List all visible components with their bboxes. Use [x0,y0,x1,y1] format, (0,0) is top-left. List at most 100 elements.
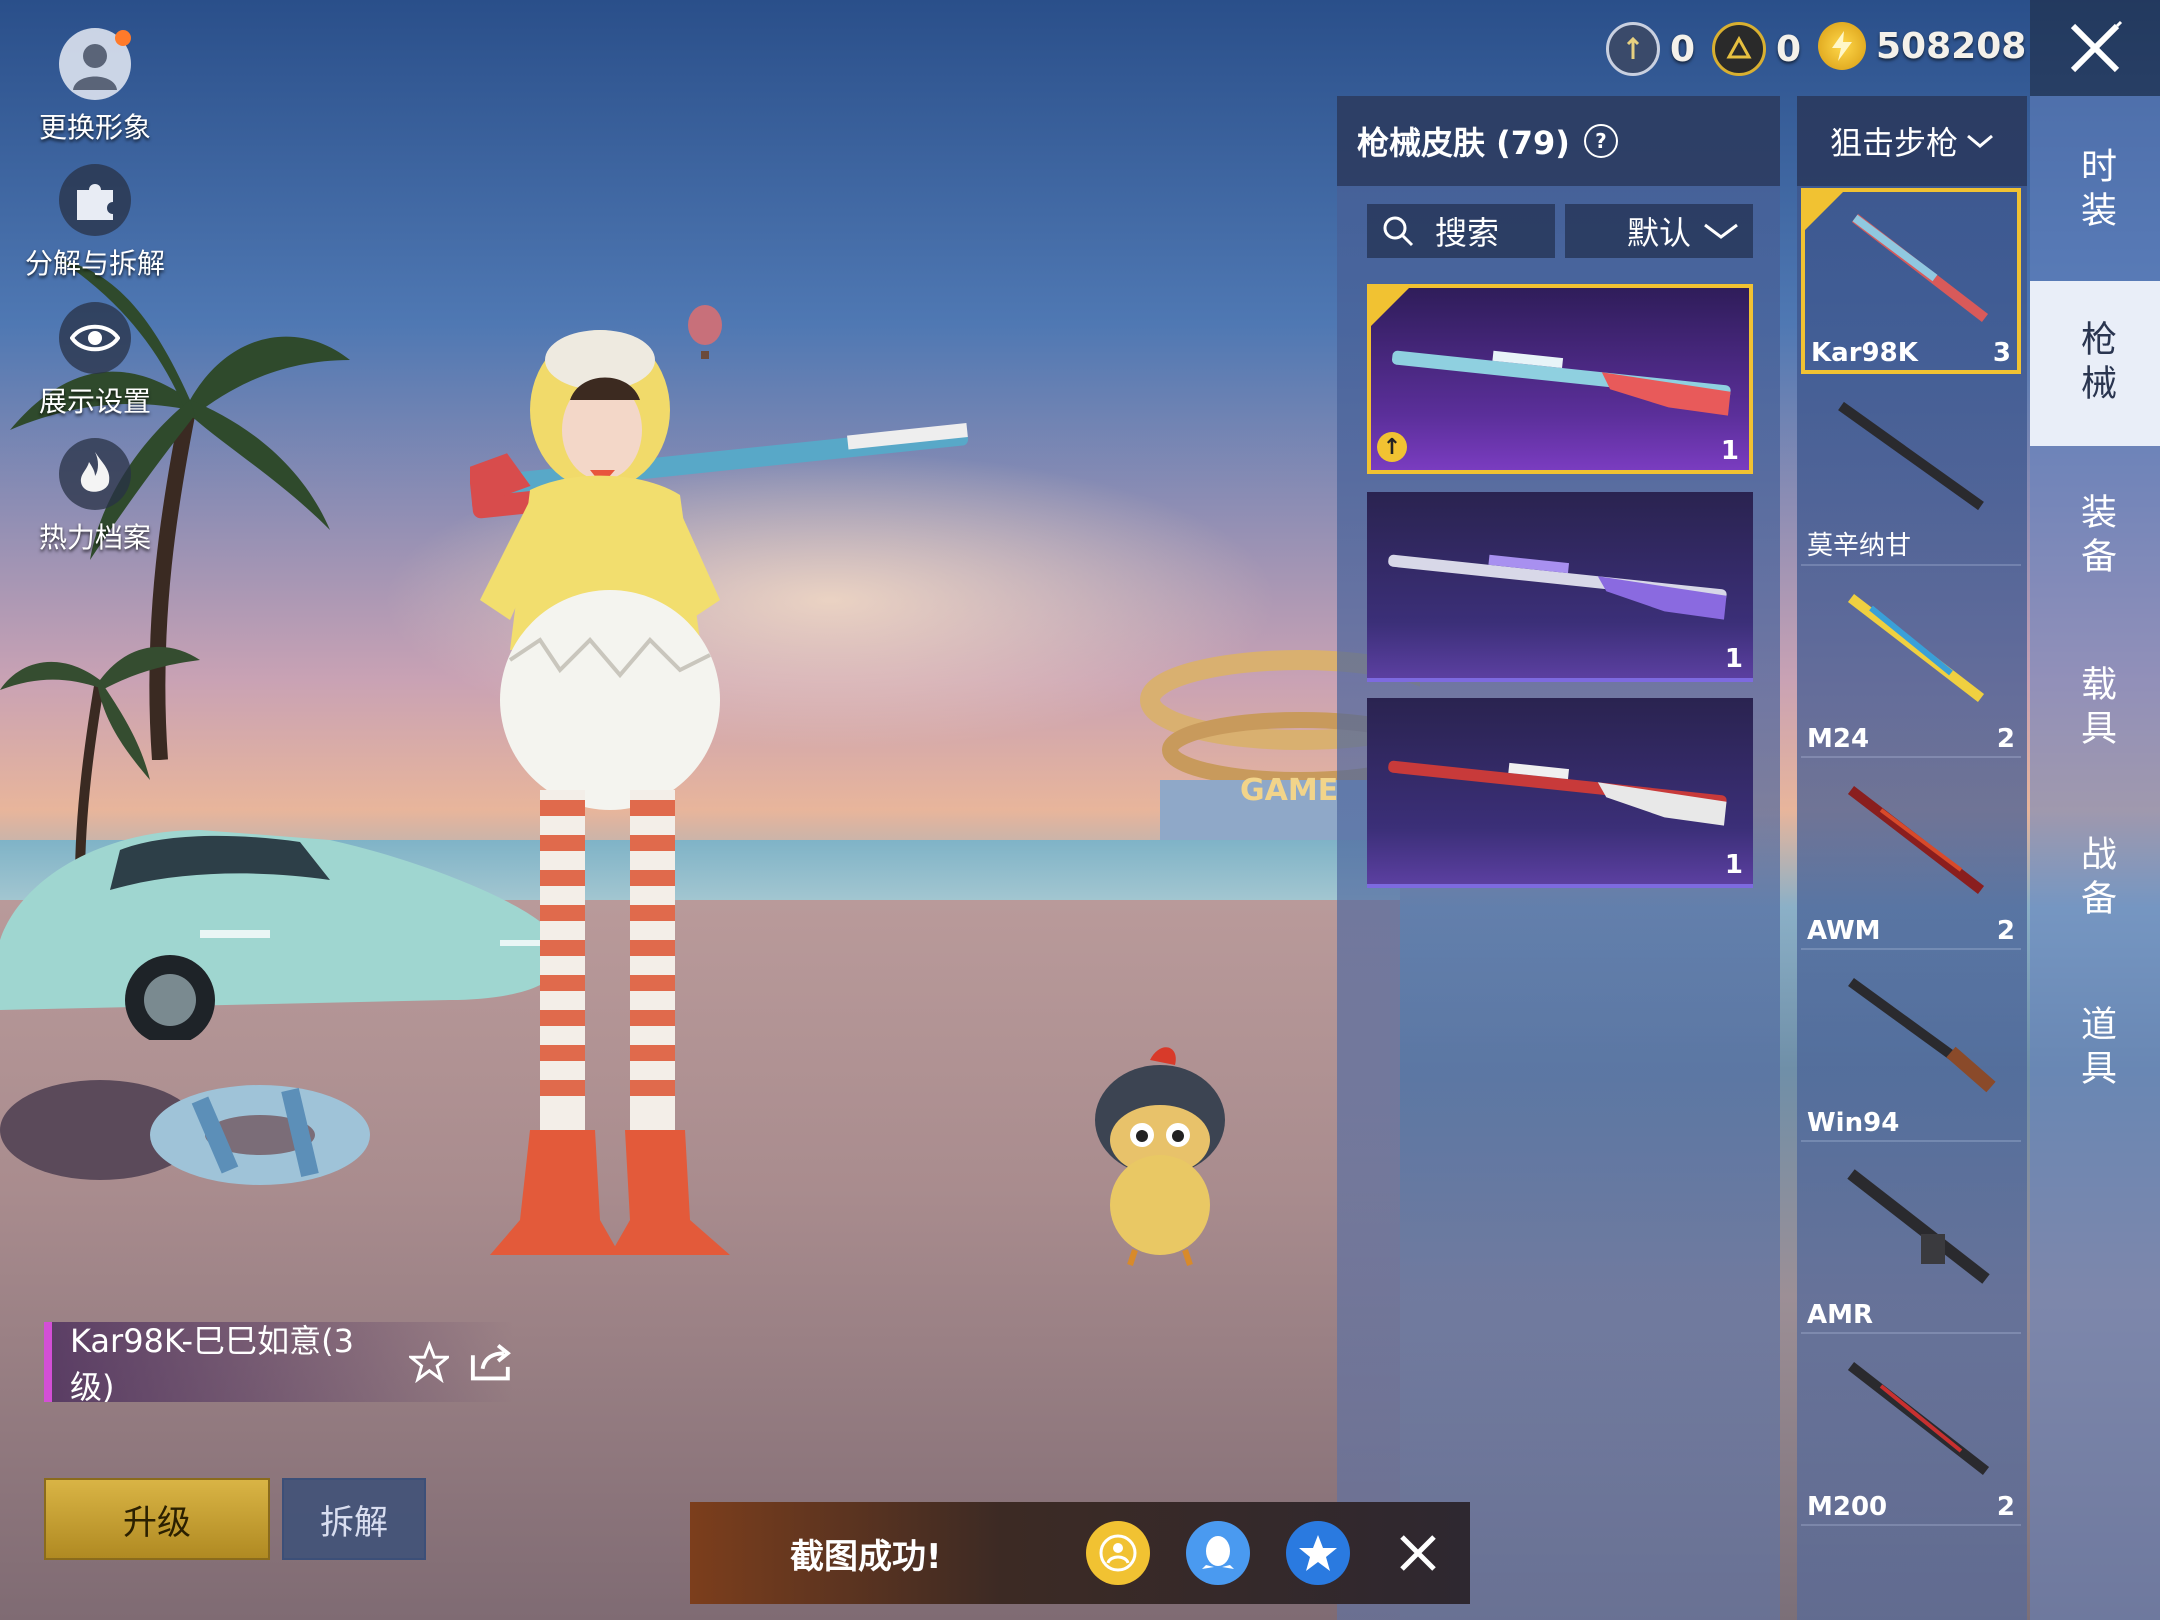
skin-count: 1 [1724,850,1743,880]
puzzle-icon [59,164,131,236]
weapon-skin-count: 2 [1996,1492,2015,1522]
display-settings-label: 展示设置 [38,385,151,418]
tab-vehicles[interactable]: 载具 [2030,626,2160,791]
rifle-image [1847,786,1985,894]
heat-archive-label: 热力档案 [38,521,151,554]
weapon-item-amr[interactable]: AMR [1801,1148,2021,1334]
tab-supplies[interactable]: 战备 [2030,796,2160,961]
weapon-category-dropdown[interactable]: 狙击步枪 [1797,96,2027,186]
skin-card[interactable]: 1 [1367,492,1753,682]
star-icon[interactable] [408,1341,450,1383]
weapon-category-label: 狙击步枪 [1829,124,1958,162]
tab-weapons[interactable]: 枪械 [2030,281,2160,446]
medal-icon [1712,22,1766,76]
share-qzone-button[interactable] [1286,1521,1350,1585]
weapon-item-win94[interactable]: Win94 [1801,956,2021,1142]
notification-dot [115,30,131,46]
coin-currency: 508208 [1818,22,2026,70]
skins-panel-header: 枪械皮肤 (79) ? [1337,96,1780,186]
weapon-name: AMR [1807,1300,1874,1330]
qq-icon [1202,1536,1234,1569]
weapon-name: M200 [1807,1492,1888,1522]
sort-label: 默认 [1626,214,1691,252]
friends-icon [1099,1534,1137,1572]
weapon-name: 莫辛纳甘 [1807,531,1912,561]
weapon-name: Kar98K [1811,338,1918,368]
disassemble-button[interactable]: 拆解 [282,1478,426,1560]
weapon-item-kar98k[interactable]: Kar98K 3 [1801,188,2021,374]
skin-count: 1 [1720,436,1739,466]
upgrade-arrow-icon: ↑ [1377,432,1407,462]
share-icon[interactable] [469,1341,514,1383]
rifle-image [1851,214,1989,322]
share-qq-button[interactable] [1186,1521,1250,1585]
tab-outfits[interactable]: 时装 [2030,108,2160,273]
pet-chick [1095,1047,1225,1266]
badge-value: 0 [1670,28,1696,70]
toast-message: 截图成功! [790,1536,942,1577]
rifle-image [1847,1169,1990,1284]
rifle-image [1847,594,1985,702]
change-avatar-button[interactable]: 更换形象 [20,28,170,146]
weapon-skin-count: 2 [1996,724,2015,754]
weapon-item-mosin[interactable]: 莫辛纳甘 [1801,380,2021,566]
player-character [470,330,969,1255]
lightning-coin-icon [1818,22,1866,70]
rifle-skin-image [1388,760,1727,826]
upgrade-button[interactable]: 升级 [44,1478,270,1560]
display-settings-button[interactable]: 展示设置 [20,302,170,420]
weapon-item-m200[interactable]: M200 2 [1801,1340,2021,1526]
rifle-skin-image [1388,554,1727,620]
screenshot-toast: 截图成功! [690,1502,1470,1604]
swim-ring [0,1080,370,1185]
decompose-button[interactable]: 分解与拆解 [20,164,170,282]
weapon-item-awm[interactable]: AWM 2 [1801,764,2021,950]
skin-count: 1 [1724,644,1743,674]
currency-badge: 0 [1606,22,1695,76]
weapon-skin-count: 3 [1992,338,2011,368]
weapon-list: 狙击步枪 Kar98K 3 莫辛纳甘 M24 2 AWM 2 Win94 AMR… [1797,96,2027,1620]
weapon-name: M24 [1807,724,1870,754]
skins-panel-title: 枪械皮肤 (79) [1357,124,1570,162]
category-tabs: 时装 枪械 装备 载具 战备 道具 [2030,96,2160,1620]
search-label: 搜索 [1435,214,1500,252]
selected-skin-name: Kar98K-巳巳如意(3级) [70,1322,354,1406]
weapon-skin-count: 2 [1996,916,2015,946]
close-button[interactable] [2030,0,2160,96]
skin-card[interactable]: 1 [1367,698,1753,888]
change-avatar-label: 更换形象 [38,111,151,144]
search-button[interactable]: 搜索 [1367,204,1555,258]
sort-dropdown[interactable]: 默认 [1565,204,1753,258]
eye-icon [59,302,131,374]
rifle-image [1848,977,1996,1093]
decompose-label: 分解与拆解 [24,247,165,280]
search-icon [1383,216,1414,247]
medal-value: 0 [1776,28,1802,70]
chevron-down-icon [1967,134,1993,148]
badge-icon [1606,22,1660,76]
avatar-icon [59,28,131,100]
tab-equipment[interactable]: 装备 [2030,454,2160,619]
weapon-name: Win94 [1807,1108,1900,1138]
weapon-skins-panel: 枪械皮肤 (79) ? 搜索 默认 ↑ 1 1 1 [1337,96,1780,1620]
selected-skin-bar: Kar98K-巳巳如意(3级) [44,1322,514,1406]
weapon-item-m24[interactable]: M24 2 [1801,572,2021,758]
rifle-skin-image [1392,350,1731,416]
help-icon[interactable]: ? [1583,124,1618,158]
heat-archive-button[interactable]: 热力档案 [20,438,170,556]
close-icon [2070,20,2123,73]
chevron-down-icon [1704,223,1738,239]
flame-icon [59,438,131,510]
coin-value: 508208 [1876,25,2027,67]
share-game-friends-button[interactable] [1086,1521,1150,1585]
qzone-star-icon [1299,1535,1337,1571]
close-toast-button[interactable] [1386,1521,1450,1585]
medal-currency: 0 [1712,22,1801,76]
weapon-name: AWM [1807,916,1881,946]
rifle-image [1838,401,1984,511]
tab-items[interactable]: 道具 [2030,966,2160,1131]
skin-card[interactable]: ↑ 1 [1367,284,1753,474]
close-icon [1400,1535,1436,1571]
svg-text:GAME: GAME [1240,773,1338,808]
rifle-image [1847,1362,1990,1475]
